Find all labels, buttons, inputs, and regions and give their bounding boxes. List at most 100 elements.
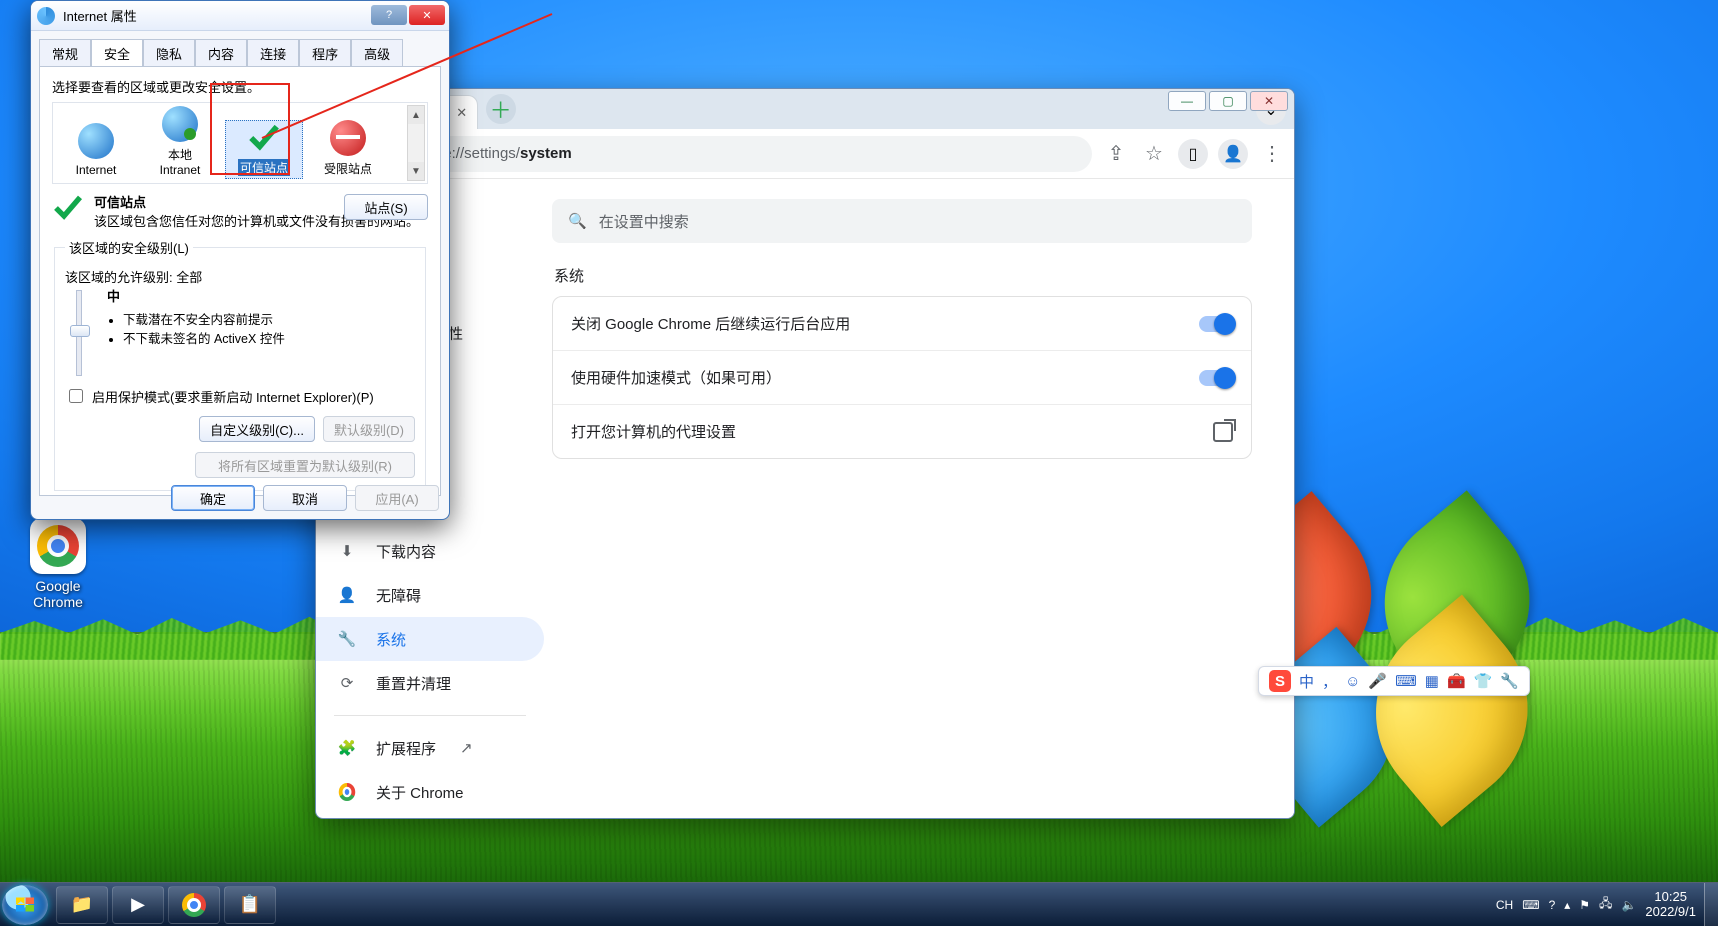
tray-help-icon[interactable]: ? <box>1549 898 1556 912</box>
chrome-icon <box>336 780 358 804</box>
setting-row-hw-accel: 使用硬件加速模式（如果可用） <box>553 350 1251 404</box>
tab-privacy[interactable]: 隐私 <box>143 39 195 67</box>
ie-security-panel: 选择要查看的区域或更改安全设置。 Internet 本地Intranet 可信站… <box>39 66 441 496</box>
close-button[interactable]: ✕ <box>1250 91 1288 111</box>
maximize-button[interactable]: ▢ <box>1209 91 1247 111</box>
zone-label: Internet <box>57 163 135 177</box>
ime-tool-icon[interactable]: 🧰 <box>1447 672 1466 690</box>
level-bullet: 下载潜在不安全内容前提示 <box>123 309 285 328</box>
ok-button[interactable]: 确定 <box>171 485 255 511</box>
zone-scrollbar[interactable]: ▲ ▼ <box>407 105 425 181</box>
panel-icon[interactable]: ▯ <box>1178 139 1208 169</box>
taskbar-chrome[interactable] <box>168 886 220 924</box>
tray-volume-icon[interactable]: 🔈 <box>1621 898 1636 912</box>
sogou-icon[interactable]: S <box>1269 670 1291 692</box>
ime-grid-icon[interactable]: ▦ <box>1425 672 1439 690</box>
tab-advanced[interactable]: 高级 <box>351 39 403 67</box>
show-desktop-button[interactable] <box>1704 883 1718 926</box>
tray-keyboard-icon[interactable]: ⌨ <box>1522 898 1539 912</box>
system-tray: CH ⌨ ? ▴ ⚑ 🖧 🔈 10:25 2022/9/1 <box>1488 890 1704 920</box>
protected-mode-checkbox[interactable]: 启用保护模式(要求重新启动 Internet Explorer)(P) <box>65 386 415 406</box>
zone-local-intranet[interactable]: 本地Intranet <box>141 106 219 179</box>
desktop-icon-chrome[interactable]: Google Chrome <box>18 518 98 610</box>
restricted-icon <box>330 120 366 156</box>
scroll-down-icon[interactable]: ▼ <box>408 162 424 180</box>
security-level-legend: 该区域的安全级别(L) <box>65 238 193 257</box>
menu-icon[interactable]: ⋮ <box>1258 141 1286 166</box>
setting-label: 打开您计算机的代理设置 <box>571 421 736 442</box>
taskbar: 📁 ▶ 📋 CH ⌨ ? ▴ ⚑ 🖧 🔈 10:25 2022/9/1 <box>0 882 1718 926</box>
tab-security[interactable]: 安全 <box>91 39 143 67</box>
open-external-icon: ↗ <box>460 739 473 757</box>
setting-row-proxy[interactable]: 打开您计算机的代理设置 <box>553 404 1251 458</box>
ime-toolbar[interactable]: S 中 ， ☺ 🎤 ⌨ ▦ 🧰 👕 🔧 <box>1258 666 1530 696</box>
new-tab-button[interactable]: ＋ <box>486 94 516 124</box>
taskbar-media-player[interactable]: ▶ <box>112 886 164 924</box>
profile-avatar[interactable]: 👤 <box>1218 139 1248 169</box>
desktop-icon-label: Google Chrome <box>18 578 98 610</box>
taskbar-explorer[interactable]: 📁 <box>56 886 108 924</box>
tray-lang-indicator[interactable]: CH <box>1496 898 1513 912</box>
sidebar-item-system[interactable]: 🔧 系统 <box>316 617 544 661</box>
security-level-text: 中 下载潜在不安全内容前提示 不下载未签名的 ActiveX 控件 <box>107 286 285 376</box>
toggle-background-apps[interactable] <box>1199 316 1233 332</box>
start-button[interactable] <box>2 885 48 925</box>
close-button[interactable]: ✕ <box>409 5 445 25</box>
setting-label: 使用硬件加速模式（如果可用） <box>571 367 781 388</box>
wrench-icon: 🔧 <box>336 630 358 648</box>
security-level-slider[interactable] <box>65 286 93 376</box>
apply-button: 应用(A) <box>355 485 439 511</box>
sites-button[interactable]: 站点(S) <box>344 194 428 220</box>
zone-restricted-sites[interactable]: 受限站点 <box>309 120 387 179</box>
share-icon[interactable]: ⇪ <box>1102 141 1130 166</box>
chrome-tabstrip: 频道 ✕ ⚙ 设置 ✕ ＋ ⌄ <box>316 89 1294 129</box>
scroll-up-icon[interactable]: ▲ <box>408 106 424 124</box>
sidebar-item-about[interactable]: 关于 Chrome <box>316 770 544 814</box>
ime-mic-icon[interactable]: 🎤 <box>1368 672 1387 690</box>
ime-cloth-icon[interactable]: 👕 <box>1474 672 1493 690</box>
tray-flag-icon[interactable]: ⚑ <box>1579 898 1590 912</box>
ime-punct-icon[interactable]: ， <box>1322 671 1337 692</box>
accessibility-icon: 👤 <box>336 586 358 604</box>
tray-chevron-icon[interactable]: ▴ <box>1564 898 1570 912</box>
settings-search-input[interactable]: 🔍 在设置中搜索 <box>552 199 1252 243</box>
tray-network-icon[interactable]: 🖧 <box>1599 894 1612 915</box>
taskbar-notepad[interactable]: 📋 <box>224 886 276 924</box>
globe-icon <box>78 123 114 159</box>
tab-programs[interactable]: 程序 <box>299 39 351 67</box>
reset-icon: ⟳ <box>336 674 358 692</box>
minimize-button[interactable]: — <box>1168 91 1206 111</box>
ime-wrench-icon[interactable]: 🔧 <box>1500 672 1519 690</box>
security-level-name: 中 <box>107 286 285 305</box>
ie-icon <box>37 7 55 25</box>
bookmark-icon[interactable]: ☆ <box>1140 141 1168 166</box>
sidebar-item-label: 下载内容 <box>376 541 436 562</box>
tray-clock[interactable]: 10:25 2022/9/1 <box>1645 890 1696 920</box>
sidebar-item-extensions[interactable]: 🧩 扩展程序 ↗ <box>316 726 544 770</box>
sidebar-item-label: 重置并清理 <box>376 673 451 694</box>
note-icon: 📋 <box>239 894 261 915</box>
sidebar-item-accessibility[interactable]: 👤 无障碍 <box>316 573 544 617</box>
default-level-button: 默认级别(D) <box>323 416 415 442</box>
tab-content[interactable]: 内容 <box>195 39 247 67</box>
security-level-allow: 该区域的允许级别: 全部 <box>65 267 415 286</box>
zone-internet[interactable]: Internet <box>57 123 135 179</box>
cancel-button[interactable]: 取消 <box>263 485 347 511</box>
protected-mode-input[interactable] <box>69 389 83 403</box>
security-level-group: 该区域的安全级别(L) 该区域的允许级别: 全部 中 下载潜在不安全内容前提示 … <box>54 238 426 491</box>
ime-chinese-icon[interactable]: 中 <box>1299 671 1314 692</box>
tab-connections[interactable]: 连接 <box>247 39 299 67</box>
chrome-window: — ▢ ✕ 频道 ✕ ⚙ 设置 ✕ ＋ ⌄ Chrome | chrome://… <box>315 88 1295 819</box>
sidebar-item-downloads[interactable]: ⬇ 下载内容 <box>316 529 544 573</box>
toggle-hw-accel[interactable] <box>1199 370 1233 386</box>
settings-search-placeholder: 在设置中搜索 <box>599 211 689 232</box>
custom-level-button[interactable]: 自定义级别(C)... <box>199 416 315 442</box>
help-button[interactable]: ? <box>371 5 407 25</box>
setting-row-background-apps: 关闭 Google Chrome 后继续运行后台应用 <box>553 297 1251 350</box>
ime-keyboard-icon[interactable]: ⌨ <box>1395 672 1417 690</box>
ime-face-icon[interactable]: ☺ <box>1345 673 1360 690</box>
sidebar-item-reset[interactable]: ⟳ 重置并清理 <box>316 661 544 705</box>
ie-tabs: 常规 安全 隐私 内容 连接 程序 高级 <box>31 31 449 66</box>
close-icon[interactable]: ✕ <box>453 104 471 122</box>
tab-general[interactable]: 常规 <box>39 39 91 67</box>
